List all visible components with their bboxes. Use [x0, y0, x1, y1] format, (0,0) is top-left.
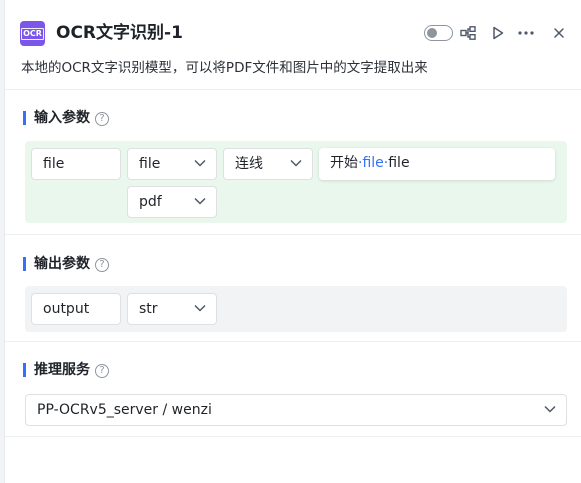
- input-name-field[interactable]: file: [31, 148, 121, 180]
- input-type-select[interactable]: file: [127, 148, 217, 180]
- more-icon[interactable]: [515, 22, 537, 44]
- flow-icon-svg: [460, 26, 476, 40]
- toggle-knob: [427, 27, 437, 38]
- output-type-select[interactable]: str: [127, 293, 217, 325]
- chevron-down-icon: [194, 304, 206, 312]
- ellipsis-icon: [518, 31, 534, 35]
- enable-toggle[interactable]: [424, 25, 453, 41]
- chevron-down-icon: [194, 159, 206, 167]
- input-format-select[interactable]: pdf: [127, 186, 217, 218]
- inference-title: 推理服务?: [23, 360, 109, 380]
- section-divider: [5, 436, 581, 437]
- help-icon[interactable]: ?: [95, 364, 109, 378]
- close-x-icon: [554, 28, 564, 38]
- output-params-area: output str: [25, 286, 567, 332]
- run-icon[interactable]: [487, 22, 509, 44]
- panel-header: OCR OCR文字识别-1 本地的OCR文字识别模型，可以将PDF文件和图片中的…: [5, 0, 581, 90]
- node-config-panel: OCR OCR文字识别-1 本地的OCR文字识别模型，可以将PDF文件和图片中的…: [4, 0, 581, 483]
- input-params-area: file file 连线 开始·file·file pdf: [25, 141, 567, 223]
- section-divider: [5, 234, 581, 235]
- ocr-app-icon: OCR: [20, 21, 45, 46]
- help-icon[interactable]: ?: [95, 258, 109, 272]
- chevron-down-icon: [290, 159, 302, 167]
- input-mode-select[interactable]: 连线: [223, 148, 313, 180]
- help-icon[interactable]: ?: [95, 112, 109, 126]
- node-description: 本地的OCR文字识别模型，可以将PDF文件和图片中的文字提取出来: [21, 60, 428, 76]
- inference-service-select[interactable]: PP-OCRv5_server / wenzi: [25, 394, 567, 426]
- flow-icon[interactable]: [457, 22, 479, 44]
- output-params-title: 输出参数?: [23, 254, 109, 274]
- chevron-down-icon: [544, 405, 556, 413]
- close-icon[interactable]: [548, 22, 570, 44]
- input-params-title: 输入参数?: [23, 108, 109, 128]
- section-divider: [5, 341, 581, 342]
- input-source-field[interactable]: 开始·file·file: [319, 148, 555, 180]
- play-icon: [493, 26, 504, 40]
- output-name-field[interactable]: output: [31, 293, 121, 325]
- node-title[interactable]: OCR文字识别-1: [56, 21, 183, 45]
- chevron-down-icon: [194, 197, 206, 205]
